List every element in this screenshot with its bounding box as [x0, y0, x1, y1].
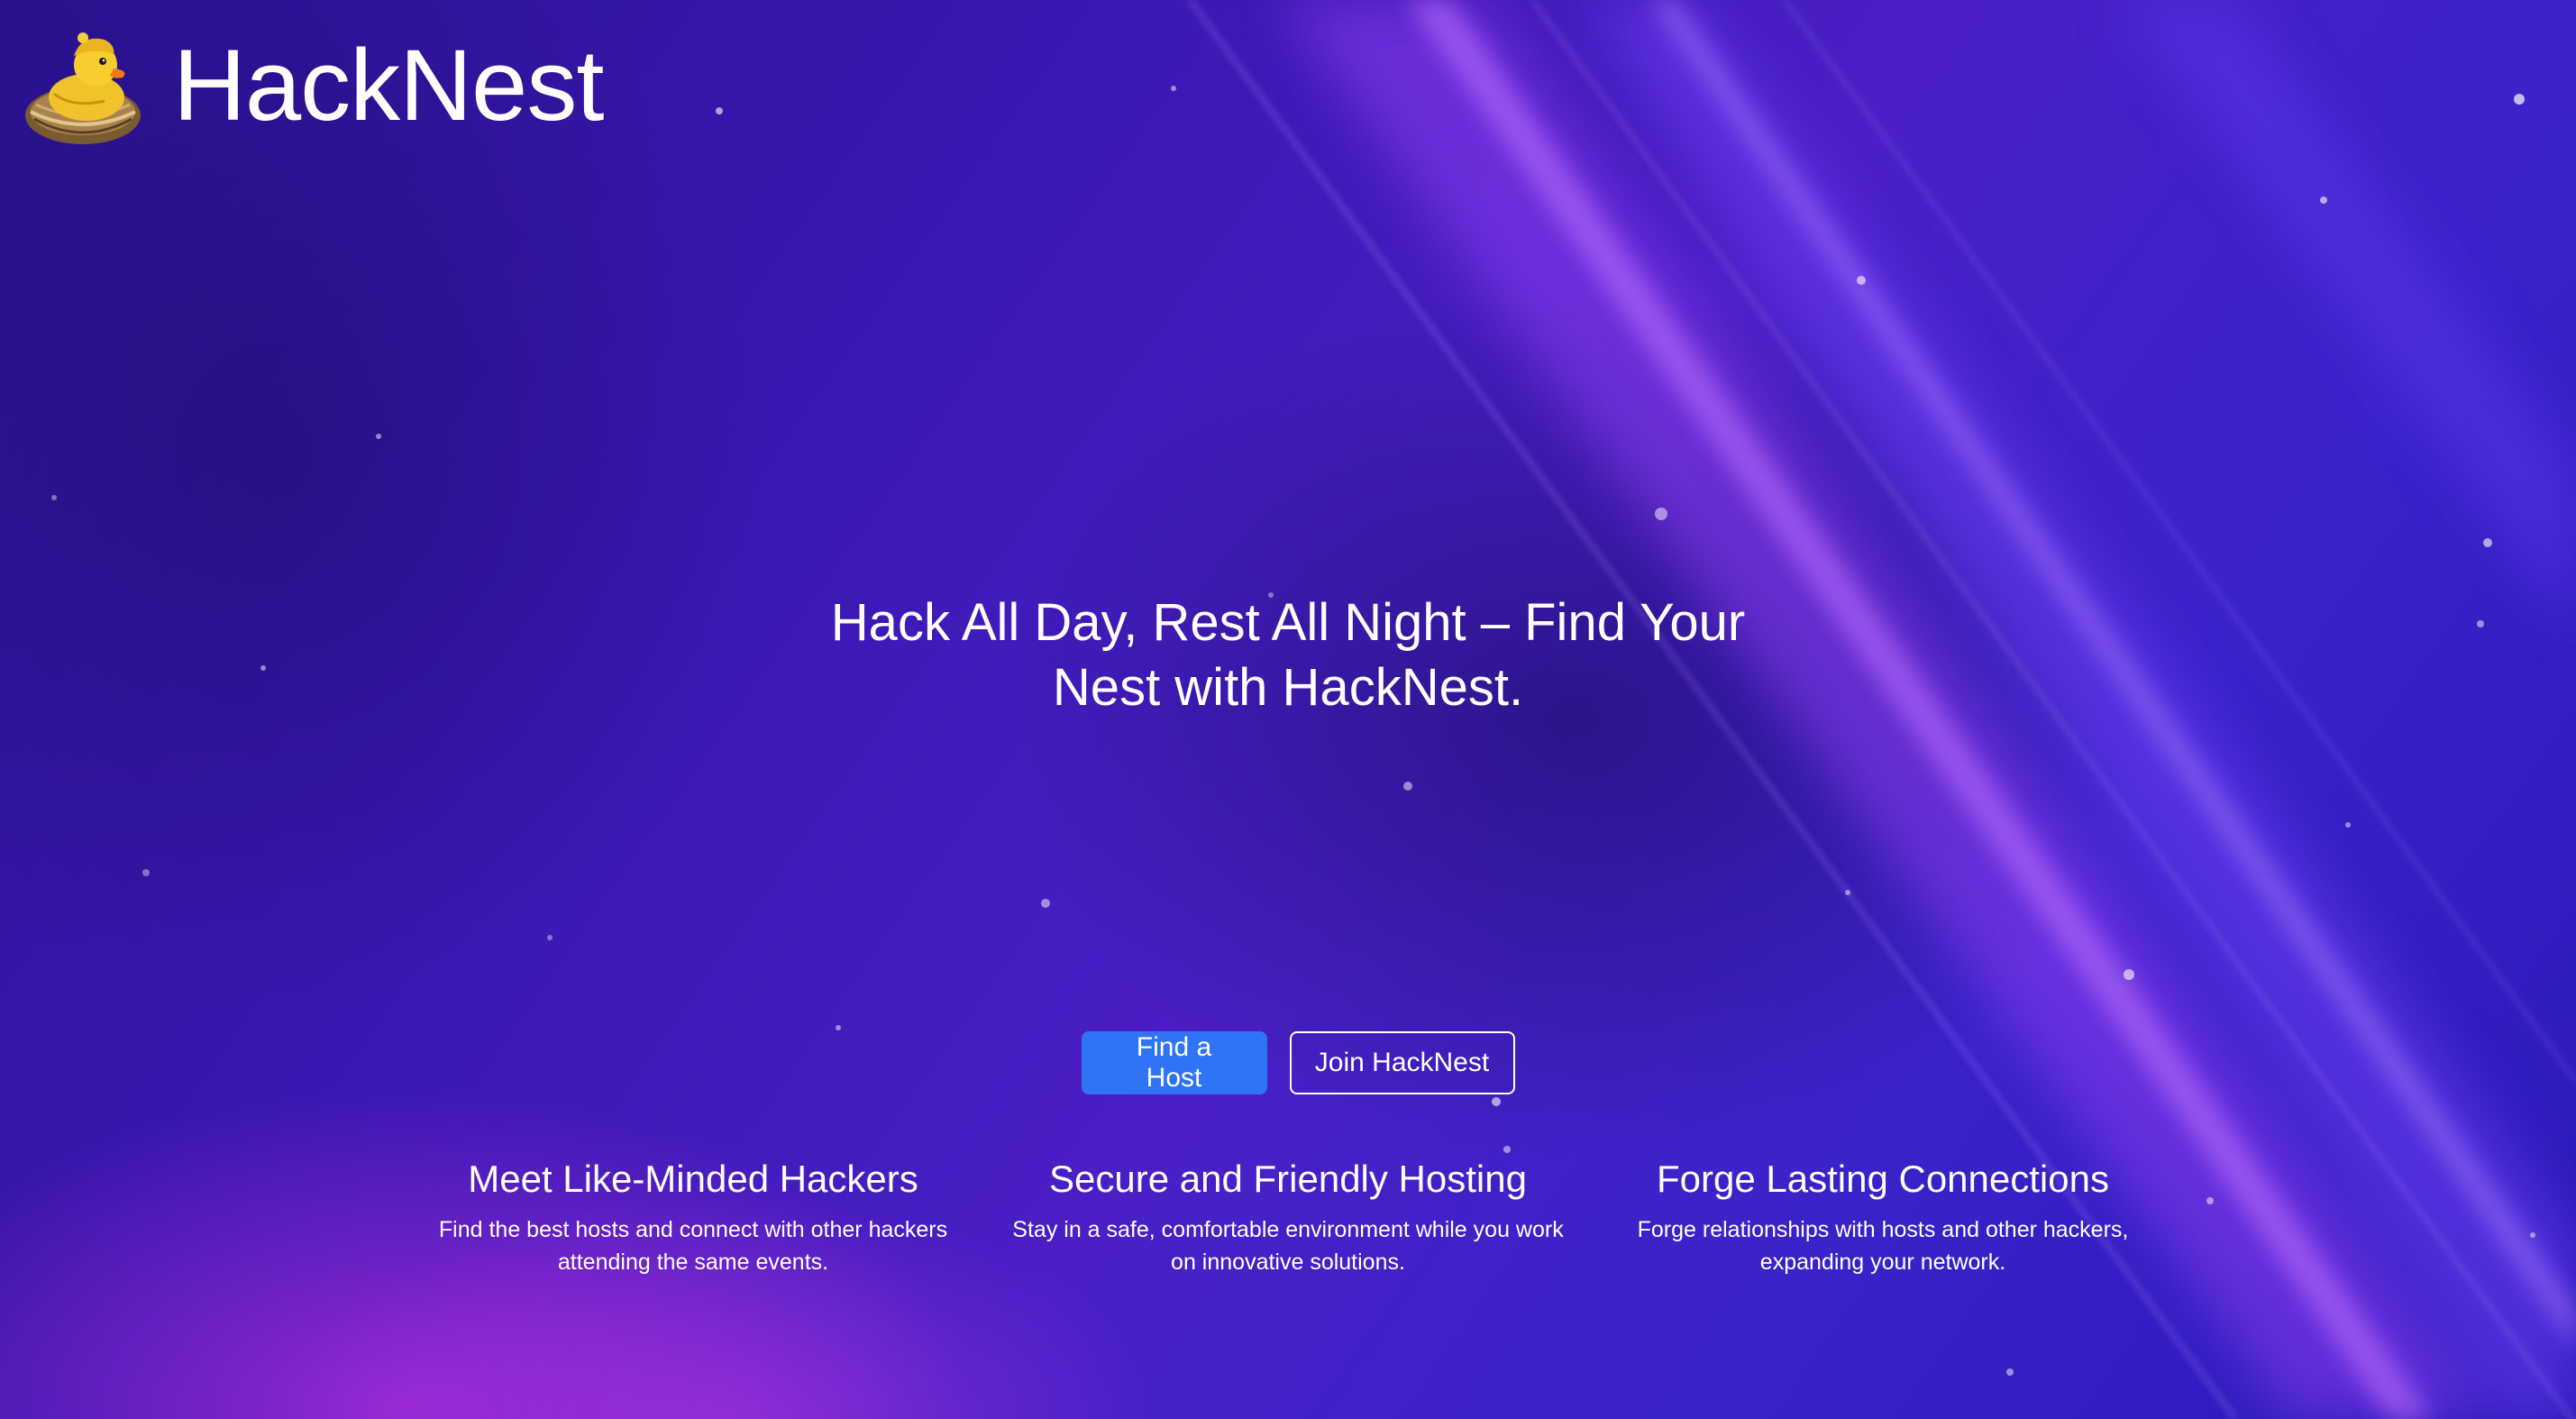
brand-name: HackNest [173, 29, 604, 142]
feature-title: Secure and Friendly Hosting [1049, 1158, 1527, 1200]
find-a-host-button[interactable]: Find a Host [1081, 1031, 1267, 1094]
landing-page: HackNest Hack All Day, Rest All Night – … [0, 0, 2576, 1419]
feature-title: Meet Like-Minded Hackers [468, 1158, 918, 1200]
duck-in-nest-icon [25, 32, 141, 144]
feature-lasting-connections: Forge Lasting Connections Forge relation… [1603, 1156, 2162, 1278]
hero-headline: Hack All Day, Rest All Night – Find Your… [830, 593, 1746, 717]
join-hacknest-button[interactable]: Join HackNest [1289, 1031, 1515, 1094]
feature-description: Find the best hosts and connect with oth… [438, 1217, 948, 1275]
brand-logo[interactable]: HackNest [18, 18, 604, 153]
feature-description: Stay in a safe, comfortable environment … [1012, 1217, 1564, 1275]
feature-title: Forge Lasting Connections [1657, 1158, 2109, 1200]
feature-meet-hackers: Meet Like-Minded Hackers Find the best h… [414, 1156, 973, 1278]
hero-headline-container: Hack All Day, Rest All Night – Find Your… [747, 590, 1829, 720]
feature-description: Forge relationships with hosts and other… [1637, 1217, 2129, 1275]
feature-secure-hosting: Secure and Friendly Hosting Stay in a sa… [1009, 1156, 1567, 1278]
features-section: Meet Like-Minded Hackers Find the best h… [0, 1156, 2576, 1278]
cta-group: Find a Host Join HackNest [0, 1031, 2576, 1094]
